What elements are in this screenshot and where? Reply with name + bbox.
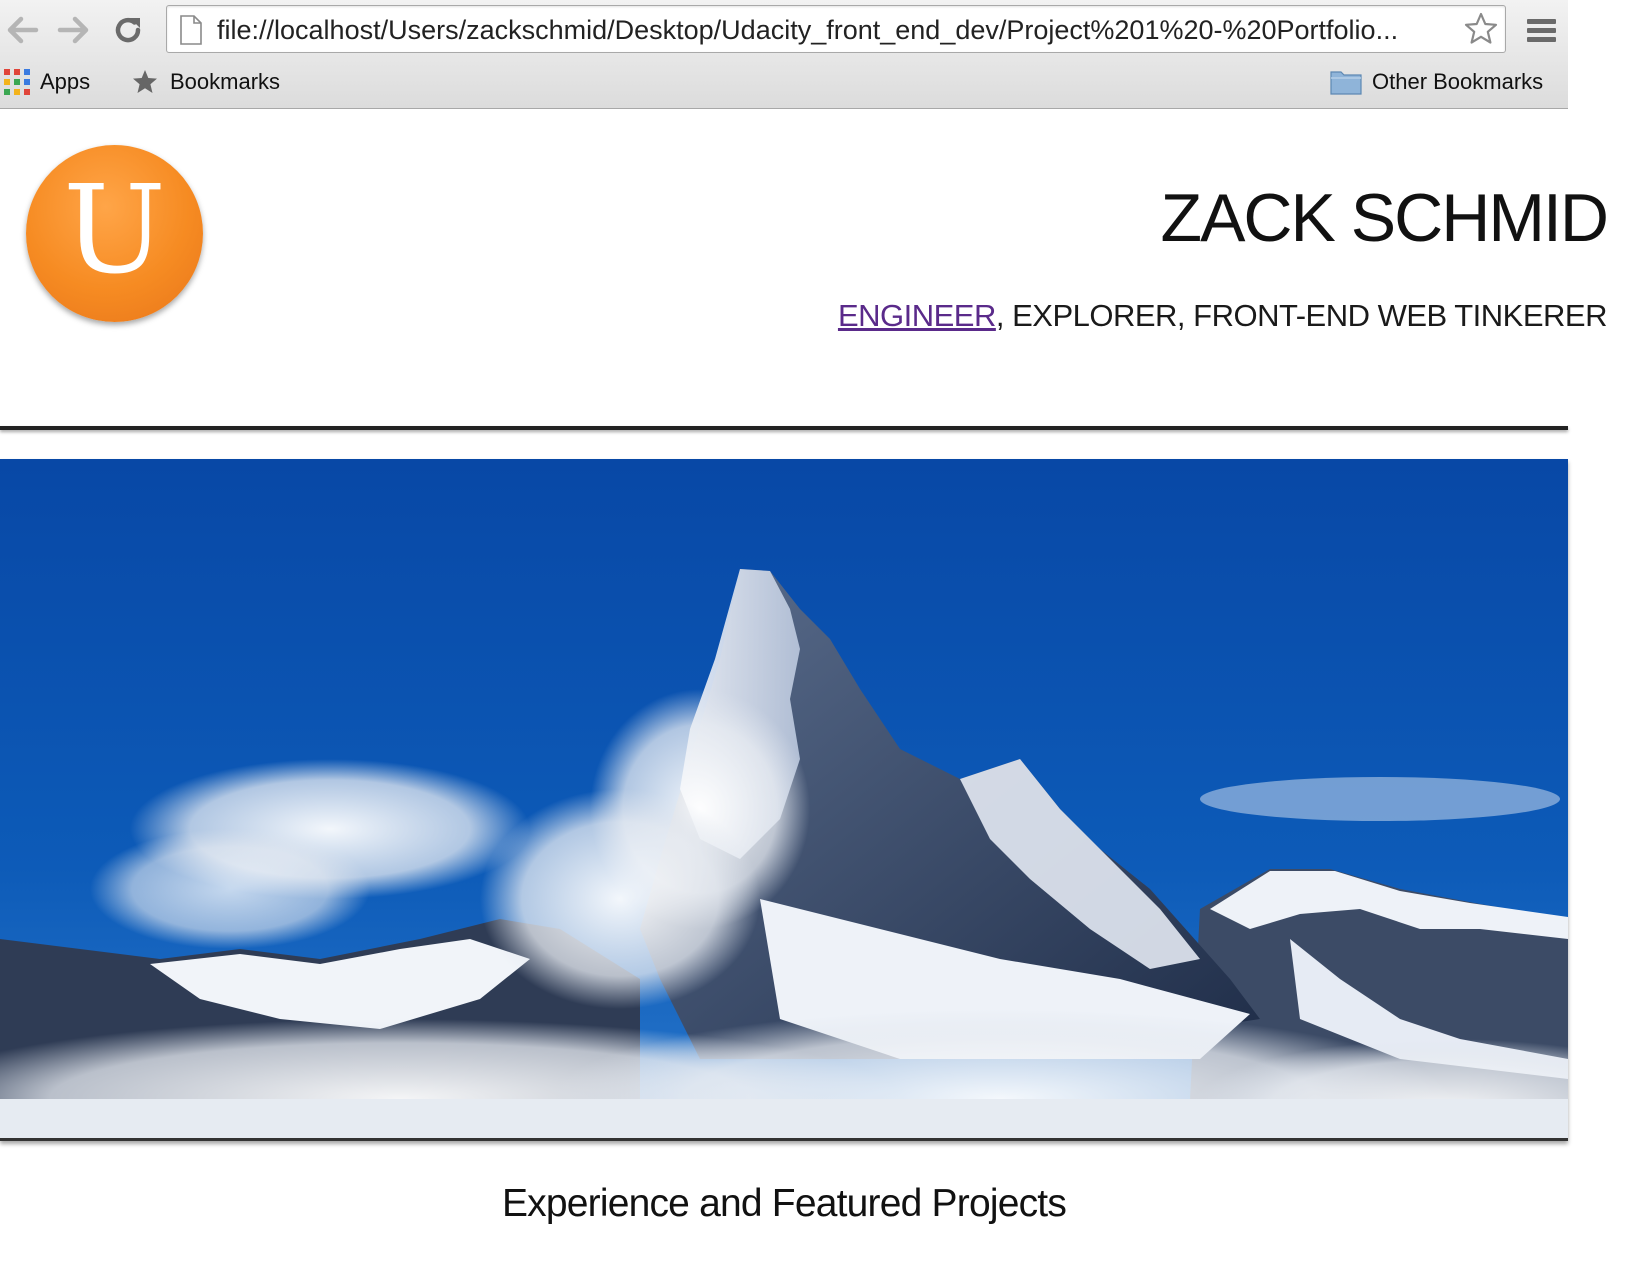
reload-button[interactable] bbox=[106, 8, 150, 52]
back-button[interactable] bbox=[0, 8, 44, 52]
udacity-logo: U bbox=[26, 145, 203, 322]
browser-chrome: file://localhost/Users/zackschmid/Deskto… bbox=[0, 0, 1568, 109]
apps-bookmark[interactable]: Apps bbox=[4, 62, 90, 102]
logo-letter: U bbox=[63, 159, 166, 301]
bookmarks-label: Bookmarks bbox=[170, 69, 281, 94]
other-bookmarks-folder[interactable]: Other Bookmarks bbox=[1330, 62, 1543, 102]
apps-label: Apps bbox=[40, 69, 91, 94]
apps-grid-icon bbox=[4, 69, 30, 95]
forward-button[interactable] bbox=[52, 8, 96, 52]
other-bookmarks-label: Other Bookmarks bbox=[1372, 69, 1544, 94]
bookmarks-bar: Apps Bookmarks Other Bookmarks bbox=[0, 62, 1568, 102]
address-bar[interactable]: file://localhost/Users/zackschmid/Deskto… bbox=[166, 5, 1506, 53]
header-divider bbox=[0, 426, 1568, 430]
page-icon bbox=[180, 15, 202, 45]
reload-icon bbox=[115, 17, 141, 43]
section-title: Experience and Featured Projects bbox=[501, 1182, 1067, 1225]
bookmarks-star-icon bbox=[133, 70, 157, 93]
forward-arrow-icon bbox=[57, 16, 89, 44]
page-title: ZACK SCHMID bbox=[1160, 180, 1609, 256]
tagline-text: , EXPLORER, FRONT-END WEB TINKERER bbox=[995, 298, 1608, 333]
chrome-menu-button[interactable] bbox=[1522, 12, 1560, 50]
engineer-link[interactable]: ENGINEER bbox=[838, 298, 996, 333]
tagline: ENGINEER, EXPLORER, FRONT-END WEB TINKER… bbox=[838, 296, 1608, 336]
bookmark-star-icon[interactable] bbox=[1463, 11, 1499, 47]
back-arrow-icon bbox=[7, 16, 39, 44]
bookmarks-folder[interactable]: Bookmarks bbox=[132, 62, 280, 102]
url-text[interactable]: file://localhost/Users/zackschmid/Deskto… bbox=[217, 6, 1453, 54]
hero-image-matterhorn bbox=[0, 459, 1568, 1141]
folder-icon bbox=[1330, 71, 1362, 95]
